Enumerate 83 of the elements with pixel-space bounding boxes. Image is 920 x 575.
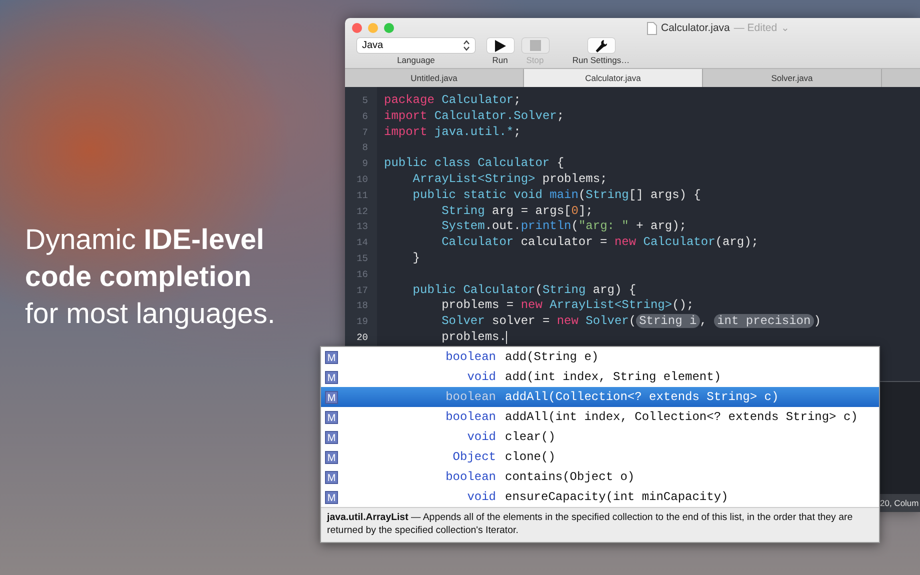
- line-number: 16: [356, 268, 369, 282]
- method-badge: M: [325, 410, 338, 424]
- language-label: Language: [397, 55, 435, 65]
- method-badge: M: [325, 490, 338, 504]
- line-number: 10: [356, 172, 369, 187]
- play-icon: [494, 40, 506, 52]
- minimize-button[interactable]: [368, 23, 378, 33]
- return-type: void: [466, 430, 496, 444]
- line-number: 20: [356, 330, 369, 345]
- completion-item[interactable]: M void ensureCapacity(int minCapacity): [321, 487, 879, 507]
- method-signature: ensureCapacity(int minCapacity): [505, 490, 728, 504]
- completion-item[interactable]: M boolean addAll(int index, Collection<? extends String> c): [321, 407, 879, 427]
- method-badge: M: [325, 350, 338, 364]
- method-signature: clear(): [505, 430, 556, 444]
- text-cursor: [506, 331, 508, 344]
- return-type: boolean: [444, 470, 496, 484]
- completion-item[interactable]: M boolean addAll(Collection<? extends String> c): [321, 387, 879, 407]
- method-badge: M: [325, 470, 338, 484]
- return-type: boolean: [444, 350, 496, 364]
- code-line: }: [412, 250, 420, 267]
- method-signature: addAll(Collection<? extends String> c): [505, 390, 779, 404]
- method-signature: add(int index, String element): [505, 370, 722, 384]
- headline-text: Dynamic IDE-level code completion for most languages.: [25, 223, 276, 332]
- completion-item[interactable]: M void add(int index, String element): [321, 367, 879, 387]
- code-line: problems.: [440, 330, 506, 346]
- line-number: 15: [356, 252, 369, 266]
- method-badge: M: [325, 370, 338, 384]
- line-number: 5: [361, 94, 369, 108]
- documentation-text: java.util.ArrayList — Appends all of the elements in the specified collection to the end of this list, in the order that they are returned by the specified collection's Iterator.: [321, 507, 879, 542]
- method-signature: contains(Object o): [505, 470, 635, 484]
- completion-item[interactable]: M Object clone(): [321, 447, 879, 467]
- language-select[interactable]: Java: [357, 38, 475, 53]
- method-signature: add(String e): [505, 350, 599, 364]
- code-line: Calculator calculator = new Calculator(arg);: [440, 235, 758, 251]
- line-number: 14: [356, 236, 369, 250]
- return-type: boolean: [444, 390, 496, 404]
- close-button[interactable]: [352, 23, 362, 33]
- line-number: 6: [361, 110, 369, 124]
- file-tab[interactable]: Calculator.java: [524, 69, 703, 87]
- line-number: 8: [361, 141, 369, 156]
- completion-item[interactable]: M void clear(): [321, 427, 879, 447]
- code-line: public static void main(String[] args) {: [412, 188, 701, 204]
- line-number: 9: [361, 157, 369, 172]
- edited-label: — Edited: [734, 22, 778, 34]
- zoom-button[interactable]: [384, 23, 394, 33]
- method-signature: clone(): [505, 450, 556, 464]
- code-line: public Calculator(String arg) {: [412, 282, 636, 298]
- code-line: public class Calculator {: [384, 156, 564, 172]
- line-number: 19: [356, 315, 369, 330]
- return-type: void: [466, 370, 496, 384]
- document-icon: [647, 22, 657, 34]
- code-line: import java.util.*;: [384, 124, 521, 140]
- code-line: package Calculator;: [384, 93, 521, 109]
- return-type: boolean: [444, 410, 496, 424]
- line-number: 12: [356, 204, 369, 219]
- method-badge: M: [325, 430, 338, 444]
- line-number: 17: [356, 284, 369, 298]
- return-type: Object: [452, 450, 496, 464]
- line-number: 13: [356, 220, 369, 234]
- return-type: void: [466, 490, 496, 504]
- code-line: ArrayList<String> problems;: [412, 172, 608, 188]
- completion-item[interactable]: M boolean add(String e): [321, 347, 879, 367]
- run-label: Run: [492, 55, 508, 65]
- settings-button[interactable]: [588, 38, 614, 53]
- method-badge: M: [325, 450, 338, 464]
- run-button[interactable]: [486, 38, 514, 53]
- status-text: 20, Colum: [880, 498, 919, 508]
- window-title: Calculator.java: [661, 22, 730, 34]
- code-line: import Calculator.Solver;: [384, 108, 564, 125]
- code-line: Solver solver = new Solver( String i , int precision ): [440, 314, 821, 330]
- settings-label: Run Settings…: [572, 55, 630, 65]
- stop-icon: [530, 40, 540, 51]
- method-badge: M: [325, 390, 338, 404]
- completion-item[interactable]: M boolean contains(Object o): [321, 467, 879, 487]
- chevron-up-down-icon: [463, 40, 470, 51]
- wrench-icon: [595, 38, 607, 52]
- line-number: 18: [356, 299, 369, 314]
- method-signature: addAll(int index, Collection<? extends String> c): [505, 410, 858, 424]
- line-number: 7: [361, 126, 369, 140]
- code-line: System.out.println("arg: " + arg);: [440, 219, 686, 236]
- code-line: problems = new ArrayList<String>();: [440, 298, 694, 314]
- line-number: 11: [356, 188, 369, 203]
- code-line: String arg = args[0];: [440, 204, 593, 220]
